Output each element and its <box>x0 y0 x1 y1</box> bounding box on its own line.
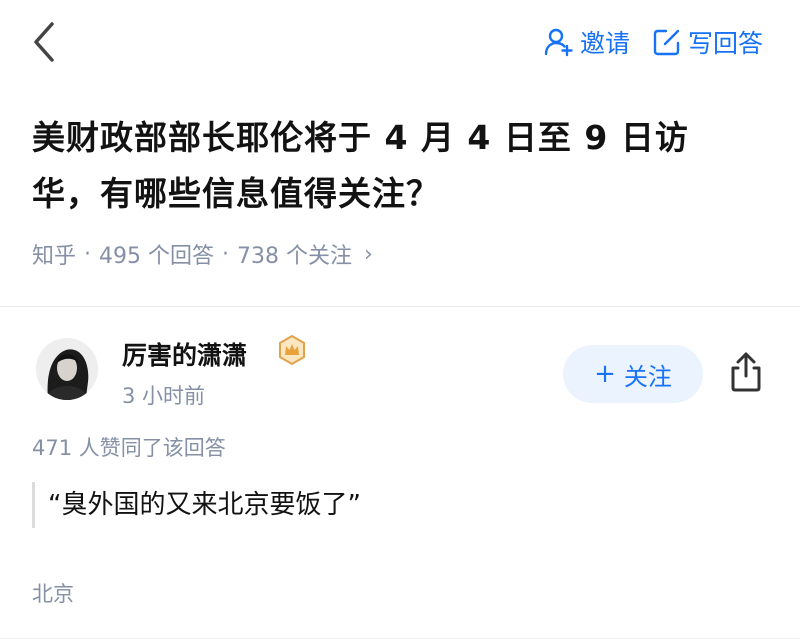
post-time: 3 小时前 <box>122 384 206 408</box>
source-label: 知乎 <box>32 244 77 269</box>
invite-button[interactable]: 邀请 <box>544 22 630 62</box>
bottom-divider <box>0 638 800 639</box>
question-title[interactable]: 美财政部部长耶伦将于 4 月 4 日至 9 日访华，有哪些信息值得关注？ <box>32 110 752 222</box>
share-icon <box>731 352 761 392</box>
location-label: 北京 <box>32 582 74 606</box>
quote-bar <box>32 482 35 528</box>
followers-count: 738 个关注 <box>237 244 353 269</box>
person-add-icon <box>544 28 573 57</box>
follow-button[interactable]: + 关注 <box>563 345 703 403</box>
follow-label: 关注 <box>623 362 672 391</box>
top-navigation-bar: 邀请 写回答 <box>0 0 800 86</box>
chevron-right-icon: › <box>364 241 373 267</box>
meta-separator: · <box>84 241 92 267</box>
back-button[interactable] <box>26 20 66 64</box>
upvote-info: 471 人赞同了该回答 <box>32 436 226 460</box>
chevron-left-icon <box>34 22 54 62</box>
plus-icon: + <box>594 359 616 389</box>
answer-quote[interactable]: “臭外国的又来北京要饭了” <box>48 484 361 521</box>
invite-label: 邀请 <box>580 29 631 58</box>
write-answer-label: 写回答 <box>688 29 764 58</box>
question-meta[interactable]: 知乎 · 495 个回答 · 738 个关注 › <box>32 236 373 272</box>
author-name[interactable]: 厉害的潇潇 <box>122 336 247 372</box>
meta-separator: · <box>222 241 230 267</box>
share-button[interactable] <box>726 350 766 394</box>
edit-square-icon <box>653 29 680 56</box>
crown-badge-icon <box>279 334 305 366</box>
section-divider <box>0 306 800 307</box>
avatar-image <box>36 338 98 400</box>
write-answer-button[interactable]: 写回答 <box>652 22 763 62</box>
answers-count: 495 个回答 <box>99 244 215 269</box>
author-avatar[interactable] <box>36 338 98 400</box>
